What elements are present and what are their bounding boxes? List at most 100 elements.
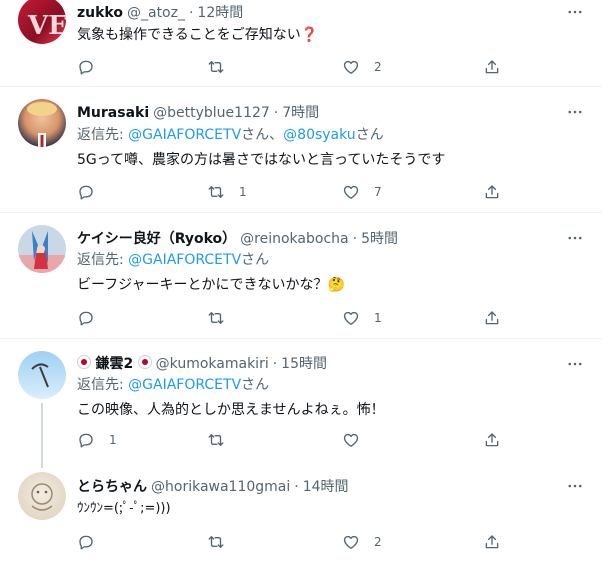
tweet-text: この映像、人為的としか思えませんよねぇ。怖！: [77, 402, 385, 418]
retweet-button[interactable]: [207, 430, 239, 450]
mention-link[interactable]: @GAIAFORCETV: [128, 377, 241, 393]
tweet-ryoko[interactable]: ケイシー良好（Ryoko） @reinokabocha · 5時間 返信先: @GAI…: [0, 213, 602, 338]
dot-separator: ·: [272, 356, 278, 372]
mention-link[interactable]: @80syaku: [283, 127, 356, 143]
timestamp[interactable]: 15時間: [281, 356, 327, 372]
tweet-murasaki[interactable]: Murasaki @bettyblue1127 · 7時間 返信先: @GAIAFOR…: [0, 87, 602, 212]
more-horizontal-icon[interactable]: [566, 477, 584, 495]
japan-flag-icon: [137, 355, 152, 369]
heart-icon: [342, 533, 360, 551]
timestamp[interactable]: 5時間: [361, 231, 398, 247]
japan-flag-icon: [77, 355, 91, 369]
like-count: 1: [374, 311, 382, 325]
user-handle[interactable]: @bettyblue1127: [153, 105, 270, 121]
share-icon: [483, 183, 501, 201]
avatar[interactable]: [18, 472, 66, 520]
reply-mid: さん、: [241, 127, 284, 143]
user-handle[interactable]: @_atoz_: [127, 5, 185, 21]
user-handle[interactable]: @kumokamakiri: [156, 356, 269, 372]
more-horizontal-icon[interactable]: [566, 103, 584, 121]
thread-line: [41, 456, 43, 468]
timestamp[interactable]: 12時間: [197, 5, 243, 21]
reply-context: 返信先: @GAIAFORCETVさん、@80syakuさん: [77, 126, 384, 144]
share-button[interactable]: [483, 182, 501, 202]
reply-icon: [77, 58, 95, 76]
tweet-torachan[interactable]: とらちゃん @horikawa110gmai · 14時間 ｳﾝｳﾝ=(;ﾟ-ﾟ;=)…: [0, 456, 602, 565]
user-handle[interactable]: @horikawa110gmai: [151, 479, 290, 495]
avatar[interactable]: [18, 99, 66, 147]
reply-button[interactable]: [77, 182, 109, 202]
tweet-actions: 1 7: [77, 182, 587, 202]
timestamp[interactable]: 7時間: [282, 105, 319, 121]
retweet-button[interactable]: [207, 308, 239, 328]
avatar[interactable]: VE: [18, 0, 66, 44]
tweet-actions: 1: [77, 308, 587, 328]
tweet-text-body: ビーフジャーキーとかにできないかな？: [77, 277, 328, 293]
reply-icon: [77, 309, 95, 327]
display-name[interactable]: Murasaki: [77, 105, 149, 121]
display-name[interactable]: とらちゃん: [77, 479, 147, 495]
share-icon: [483, 309, 501, 327]
reply-context: 返信先: @GAIAFORCETVさん: [77, 376, 269, 394]
dot-separator: ·: [188, 5, 194, 21]
tweet-text: ｳﾝｳﾝ=(;ﾟ-ﾟ;=))): [77, 501, 171, 516]
tweet-text-body: 気象も操作できることをご存知ない: [77, 27, 301, 43]
avatar[interactable]: [18, 351, 66, 399]
reply-button[interactable]: [77, 532, 109, 552]
reply-count: 1: [109, 433, 117, 447]
retweet-icon: [207, 309, 225, 327]
retweet-button[interactable]: 1: [207, 182, 247, 202]
tweet-actions: 2: [77, 532, 587, 552]
reply-icon: [77, 183, 95, 201]
share-button[interactable]: [483, 430, 501, 450]
share-button[interactable]: [483, 532, 501, 552]
tweet-text: 気象も操作できることをご存知ない❓: [77, 26, 318, 44]
retweet-button[interactable]: [207, 532, 239, 552]
display-name[interactable]: zukko: [77, 5, 123, 21]
heart-icon: [342, 58, 360, 76]
mention-link[interactable]: @GAIAFORCETV: [128, 127, 241, 143]
reply-context: 返信先: @GAIAFORCETVさん: [77, 251, 269, 269]
thinking-emoji: 🤔: [327, 277, 345, 293]
share-icon: [483, 533, 501, 551]
reply-suffix: さん: [241, 252, 270, 268]
more-horizontal-icon[interactable]: [566, 3, 584, 21]
display-name[interactable]: ケイシー良好（Ryoko）: [77, 231, 236, 247]
tweet-actions: 2: [77, 57, 587, 77]
retweet-count: 1: [239, 185, 247, 199]
tweet-text: ビーフジャーキーとかにできないかな？🤔: [77, 276, 345, 294]
reply-suffix: さん: [355, 127, 384, 143]
reply-icon: [77, 533, 95, 551]
tweet-zukko[interactable]: VE zukko @_atoz_ · 12時間 気象も操作できることをご存知ない❓ 2: [0, 0, 602, 86]
timestamp[interactable]: 14時間: [303, 479, 349, 495]
reply-icon: [77, 431, 95, 449]
mention-link[interactable]: @GAIAFORCETV: [128, 252, 241, 268]
reply-button[interactable]: [77, 57, 109, 77]
like-button[interactable]: 1: [342, 308, 382, 328]
share-icon: [483, 58, 501, 76]
share-button[interactable]: [483, 57, 501, 77]
like-button[interactable]: 2: [342, 532, 382, 552]
question-emoji: ❓: [300, 27, 319, 43]
thread-line: [41, 403, 43, 456]
like-button[interactable]: 2: [342, 57, 382, 77]
share-button[interactable]: [483, 308, 501, 328]
more-horizontal-icon[interactable]: [566, 355, 584, 373]
dot-separator: ·: [294, 479, 299, 495]
retweet-button[interactable]: [207, 57, 239, 77]
reply-prefix: 返信先:: [77, 127, 129, 143]
retweet-icon: [207, 533, 225, 551]
like-button[interactable]: [342, 430, 374, 450]
more-horizontal-icon[interactable]: [566, 229, 584, 247]
display-name[interactable]: 鎌雲2: [95, 356, 133, 372]
user-handle[interactable]: @reinokabocha: [240, 231, 348, 247]
retweet-icon: [207, 58, 225, 76]
tweet-text: 5Gって噂、農家の方は暑さではないと言っていたそうです: [77, 152, 446, 168]
like-count: 2: [374, 535, 382, 549]
like-button[interactable]: 7: [342, 182, 382, 202]
avatar[interactable]: [18, 225, 66, 273]
reply-button[interactable]: [77, 308, 109, 328]
tweet-kumokamakiri[interactable]: 鎌雲2 @kumokamakiri · 15時間 返信先: @GAIAFORCETV…: [0, 339, 602, 456]
dot-separator: ·: [273, 105, 279, 121]
reply-button[interactable]: 1: [77, 430, 117, 450]
